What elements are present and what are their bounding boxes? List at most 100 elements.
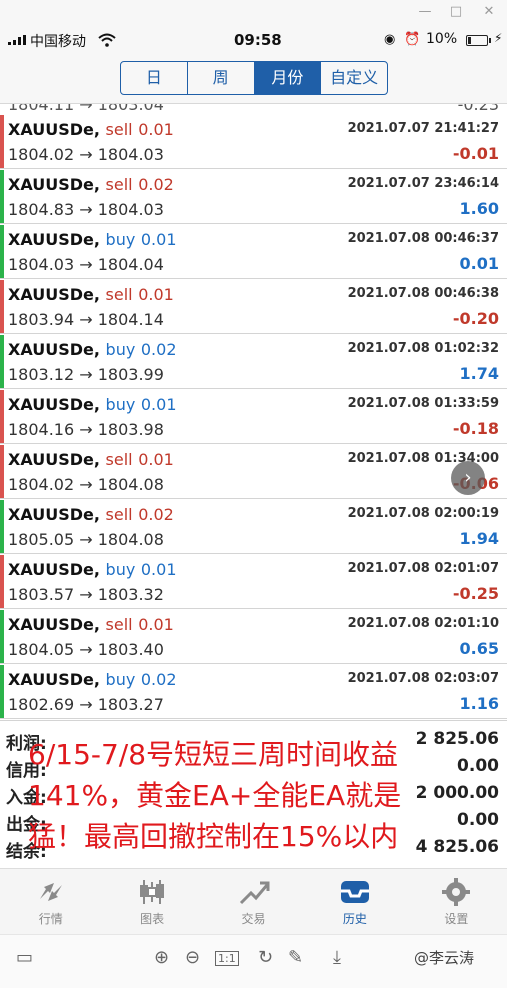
trade-row[interactable]: XAUUSDe, buy 0.01 1804.16 → 1803.98 2021.0… bbox=[0, 389, 507, 444]
trade-row[interactable]: XAUUSDe, buy 0.01 1803.57 → 1803.32 2021.0… bbox=[0, 554, 507, 609]
close-icon[interactable]: ✕ bbox=[481, 4, 497, 20]
alarm-icon: ⏰ bbox=[404, 32, 421, 47]
nav-quotes[interactable]: 行情 bbox=[0, 869, 101, 934]
trade-row[interactable]: XAUUSDe, sell 0.01 1804.02 → 1804.08 2021.… bbox=[0, 444, 507, 499]
download-icon[interactable]: ⤓ bbox=[333, 947, 341, 968]
trade-prices: 1804.03 → 1804.04 bbox=[8, 255, 164, 274]
trade-profit: 0.01 bbox=[459, 254, 499, 273]
scroll-next-button[interactable]: › bbox=[451, 461, 485, 495]
candlestick-chart-icon bbox=[140, 880, 165, 904]
rotate-icon[interactable]: ↻ bbox=[258, 947, 273, 968]
overlay-line: 141%，黄金EA+全能EA就是 bbox=[28, 779, 402, 812]
tab-day[interactable]: 日 bbox=[121, 62, 188, 94]
trade-volume: 0.01 bbox=[138, 615, 174, 634]
trade-time: 2021.07.08 01:02:32 bbox=[347, 341, 499, 356]
nav-label: 历史 bbox=[342, 912, 367, 926]
profit-indicator-bar bbox=[0, 225, 4, 278]
zoom-out-icon[interactable]: ⊖ bbox=[185, 947, 200, 968]
nav-label: 设置 bbox=[444, 912, 469, 926]
minimize-icon[interactable]: — bbox=[417, 4, 433, 20]
trade-time: 2021.07.08 00:46:37 bbox=[347, 231, 499, 246]
trade-volume: 0.02 bbox=[140, 340, 177, 359]
trade-symbol: XAUUSDe, buy 0.01 bbox=[8, 230, 177, 249]
status-bar: 中国移动 09:58 ◉ ⏰ 10% ⚡ bbox=[0, 26, 507, 54]
symbol-text: XAUUSDe, bbox=[8, 175, 100, 194]
trade-profit: -0.18 bbox=[452, 419, 499, 438]
partial-row: 1804.11 → 1803.04 -0.23 bbox=[0, 104, 507, 114]
trade-prices: 1804.05 → 1803.40 bbox=[8, 640, 164, 659]
profit-indicator-bar bbox=[0, 115, 4, 168]
trade-symbol: XAUUSDe, sell 0.01 bbox=[8, 450, 174, 469]
tab-month[interactable]: 月份 bbox=[254, 62, 322, 94]
trade-history-list[interactable]: 1804.11 → 1803.04 -0.23 XAUUSDe, sell 0.… bbox=[0, 104, 507, 720]
trade-profit: -0.20 bbox=[452, 309, 499, 328]
trade-row[interactable]: XAUUSDe, buy 0.02 1803.12 → 1803.99 2021.0… bbox=[0, 334, 507, 389]
trade-prices: 1803.94 → 1804.14 bbox=[8, 310, 164, 329]
trade-profit: -0.25 bbox=[452, 584, 499, 603]
quotes-icon bbox=[39, 883, 62, 901]
trade-time: 2021.07.07 23:46:14 bbox=[347, 176, 499, 191]
symbol-text: XAUUSDe, bbox=[8, 615, 100, 634]
profit-indicator-bar bbox=[0, 170, 4, 223]
trade-volume: 0.02 bbox=[138, 505, 174, 524]
partial-row-prices: 1804.11 → 1803.04 bbox=[8, 104, 164, 114]
viewer-toolbar: ▭ ⊕ ⊖ 1:1 ↻ ✎ ⤓ @李云涛 bbox=[0, 934, 507, 988]
trade-side: buy bbox=[105, 560, 136, 579]
symbol-text: XAUUSDe, bbox=[8, 285, 100, 304]
trade-row[interactable]: XAUUSDe, sell 0.02 1804.83 → 1804.03 2021.… bbox=[0, 169, 507, 224]
trade-profit: -0.01 bbox=[452, 144, 499, 163]
trade-row[interactable]: XAUUSDe, buy 0.02 1802.69 → 1803.27 2021.0… bbox=[0, 664, 507, 719]
rotation-lock-icon: ◉ bbox=[384, 32, 396, 47]
trade-icon bbox=[239, 881, 270, 905]
bottom-nav: 行情 图表 交易 历史 设置 bbox=[0, 868, 507, 934]
trade-side: buy bbox=[105, 230, 136, 249]
signal-icon bbox=[8, 35, 26, 45]
trade-symbol: XAUUSDe, sell 0.01 bbox=[8, 615, 174, 634]
symbol-text: XAUUSDe, bbox=[8, 560, 100, 579]
panel-icon[interactable]: ▭ bbox=[16, 947, 33, 968]
trade-row[interactable]: XAUUSDe, sell 0.02 1805.05 → 1804.08 2021.… bbox=[0, 499, 507, 554]
period-segmented-control: 日 周 月份 自定义 bbox=[120, 61, 388, 95]
trade-symbol: XAUUSDe, sell 0.02 bbox=[8, 175, 174, 194]
tab-week[interactable]: 周 bbox=[188, 62, 255, 94]
edit-pen-icon[interactable]: ✎ bbox=[288, 947, 303, 968]
battery-tip bbox=[489, 38, 491, 43]
nav-history[interactable]: 历史 bbox=[304, 869, 405, 934]
maximize-icon[interactable]: □ bbox=[448, 4, 464, 20]
nav-trade[interactable]: 交易 bbox=[203, 869, 304, 934]
trade-volume: 0.01 bbox=[140, 395, 177, 414]
trade-row[interactable]: XAUUSDe, sell 0.01 1804.02 → 1804.03 2021.… bbox=[0, 114, 507, 169]
trade-time: 2021.07.08 02:00:19 bbox=[347, 506, 499, 521]
promo-overlay-text: 6/15-7/8号短短三周时间收益 141%，黄金EA+全能EA就是 猛！最高回… bbox=[28, 734, 468, 857]
trade-symbol: XAUUSDe, buy 0.02 bbox=[8, 340, 177, 359]
trade-prices: 1803.57 → 1803.32 bbox=[8, 585, 164, 604]
profit-indicator-bar bbox=[0, 665, 4, 718]
nav-chart[interactable]: 图表 bbox=[101, 869, 202, 934]
trade-profit: 1.16 bbox=[459, 694, 499, 713]
profit-indicator-bar bbox=[0, 335, 4, 388]
trade-symbol: XAUUSDe, sell 0.01 bbox=[8, 120, 174, 139]
window-title-bar: — □ ✕ bbox=[0, 0, 507, 26]
carrier-name: 中国移动 bbox=[30, 34, 86, 50]
profit-indicator-bar bbox=[0, 500, 4, 553]
app-window: { "window": { "minimize_glyph": "—", "ma… bbox=[0, 0, 507, 988]
trade-row[interactable]: XAUUSDe, sell 0.01 1803.94 → 1804.14 2021.… bbox=[0, 279, 507, 334]
trade-symbol: XAUUSDe, sell 0.02 bbox=[8, 505, 174, 524]
trade-row[interactable]: XAUUSDe, sell 0.01 1804.05 → 1803.40 2021.… bbox=[0, 609, 507, 664]
nav-settings[interactable]: 设置 bbox=[406, 869, 507, 934]
symbol-text: XAUUSDe, bbox=[8, 395, 100, 414]
trade-prices: 1804.83 → 1804.03 bbox=[8, 200, 164, 219]
trade-volume: 0.02 bbox=[140, 670, 177, 689]
charging-icon: ⚡ bbox=[494, 31, 503, 45]
trade-time: 2021.07.08 02:03:07 bbox=[347, 671, 499, 686]
nav-label: 交易 bbox=[241, 912, 266, 926]
trade-prices: 1804.02 → 1804.03 bbox=[8, 145, 164, 164]
tab-custom[interactable]: 自定义 bbox=[321, 62, 387, 94]
trade-time: 2021.07.08 02:01:07 bbox=[347, 561, 499, 576]
zoom-in-icon[interactable]: ⊕ bbox=[154, 947, 169, 968]
trade-row[interactable]: XAUUSDe, buy 0.01 1804.03 → 1804.04 2021.0… bbox=[0, 224, 507, 279]
actual-size-icon[interactable]: 1:1 bbox=[215, 951, 239, 966]
battery-icon bbox=[466, 35, 488, 46]
overlay-line: 6/15-7/8号短短三周时间收益 bbox=[28, 738, 399, 771]
trade-profit: 1.94 bbox=[459, 529, 499, 548]
